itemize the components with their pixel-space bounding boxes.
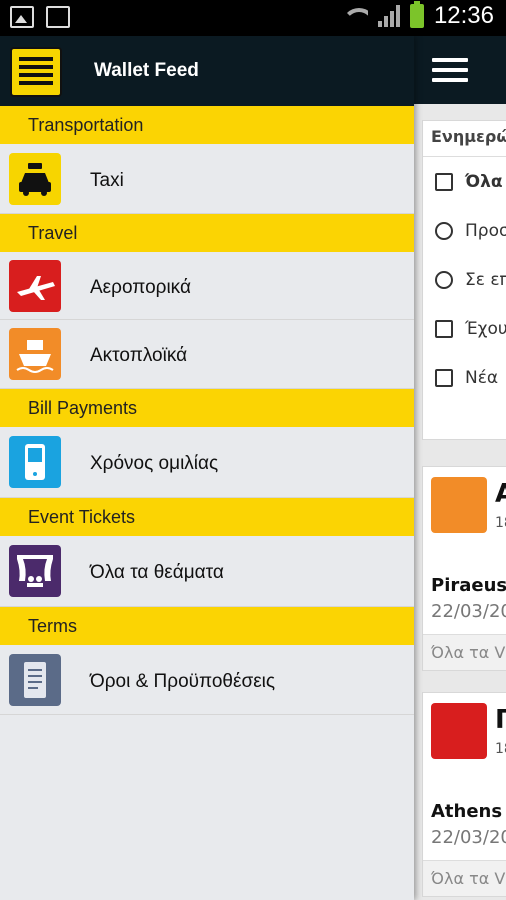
clock-icon <box>435 221 453 240</box>
menu-item-label: Όροι & Προϋποθέσεις <box>90 671 276 692</box>
signal-icon <box>377 5 400 27</box>
card-city: Athens <box>431 801 503 822</box>
mobile-phone-icon <box>9 436 61 488</box>
app-toolbar <box>414 36 506 104</box>
filter-all[interactable]: Όλα <box>423 157 506 206</box>
airplane-icon <box>431 703 487 759</box>
screenshot-notification-icon <box>46 6 70 28</box>
menu-item-flights[interactable]: Αεροπορικά <box>0 252 414 320</box>
menu-item-label: Ακτοπλοϊκά <box>90 345 188 366</box>
menu-item-label: Χρόνος ομιλίας <box>90 453 219 474</box>
filter-label: Έχου <box>465 318 506 339</box>
feed-screen: Ενημερώ Όλα Προσ Σε επ Έχου Νέα Α 18 Pir… <box>414 36 506 900</box>
filter-completed[interactable]: Έχου <box>423 304 506 353</box>
battery-icon <box>409 1 424 28</box>
card-footer: Όλα τα V <box>423 634 506 670</box>
card-number: 18 <box>495 515 506 531</box>
filter-label: Νέα <box>465 367 499 388</box>
section-header-transportation: Transportation <box>0 106 414 144</box>
card-title: Π <box>495 705 506 735</box>
section-header-bill-payments: Bill Payments <box>0 389 414 427</box>
gear-icon <box>435 270 453 289</box>
filter-label: Όλα <box>465 171 503 192</box>
list-icon <box>435 368 453 387</box>
filter-menu: Ενημερώ Όλα Προσ Σε επ Έχου Νέα <box>422 120 506 440</box>
wifi-icon <box>341 4 368 28</box>
wallet-logo-icon <box>10 47 62 97</box>
drawer-title: Wallet Feed <box>94 60 199 81</box>
feed-card[interactable]: Π 18 Athens 22/03/20 Όλα τα V <box>422 692 506 897</box>
menu-item-all-shows[interactable]: Όλα τα θεάματα <box>0 536 414 607</box>
menu-item-label: Όλα τα θεάματα <box>90 562 224 583</box>
filter-label: Προσ <box>465 220 506 241</box>
filter-in-progress[interactable]: Σε επ <box>423 255 506 304</box>
airplane-icon <box>9 260 61 312</box>
menu-item-label: Αεροπορικά <box>90 277 191 298</box>
card-city: Piraeus <box>431 575 506 596</box>
menu-item-taxi[interactable]: Taxi <box>0 144 414 214</box>
section-header-event-tickets: Event Tickets <box>0 498 414 536</box>
card-number: 18 <box>495 741 506 757</box>
theater-icon <box>9 545 61 597</box>
filter-new[interactable]: Νέα <box>423 353 506 402</box>
card-footer: Όλα τα V <box>423 860 506 896</box>
navigation-drawer: Wallet Feed Transportation Taxi Travel Α… <box>0 36 414 900</box>
card-date: 22/03/20 <box>431 827 506 848</box>
grid-icon <box>435 172 453 191</box>
section-header-terms: Terms <box>0 607 414 645</box>
drawer-header: Wallet Feed <box>0 36 414 106</box>
menu-item-label: Taxi <box>90 170 124 191</box>
gallery-notification-icon <box>10 6 34 28</box>
status-bar: 12:36 <box>0 0 506 36</box>
card-date: 22/03/20 <box>431 601 506 622</box>
clock: 12:36 <box>433 2 494 29</box>
ship-icon <box>9 328 61 380</box>
card-title: Α <box>495 479 506 509</box>
checkbox-icon <box>435 319 453 338</box>
section-header-travel: Travel <box>0 214 414 252</box>
ship-icon <box>431 477 487 533</box>
menu-item-talk-time[interactable]: Χρόνος ομιλίας <box>0 427 414 498</box>
menu-item-ferries[interactable]: Ακτοπλοϊκά <box>0 320 414 389</box>
filter-label: Σε επ <box>465 269 506 290</box>
menu-icon[interactable] <box>432 58 468 82</box>
taxi-icon <box>9 153 61 205</box>
feed-card[interactable]: Α 18 Piraeus 22/03/20 Όλα τα V <box>422 466 506 671</box>
filter-menu-header: Ενημερώ <box>423 121 506 157</box>
menu-item-terms-conditions[interactable]: Όροι & Προϋποθέσεις <box>0 645 414 715</box>
document-icon <box>9 654 61 706</box>
filter-upcoming[interactable]: Προσ <box>423 206 506 255</box>
